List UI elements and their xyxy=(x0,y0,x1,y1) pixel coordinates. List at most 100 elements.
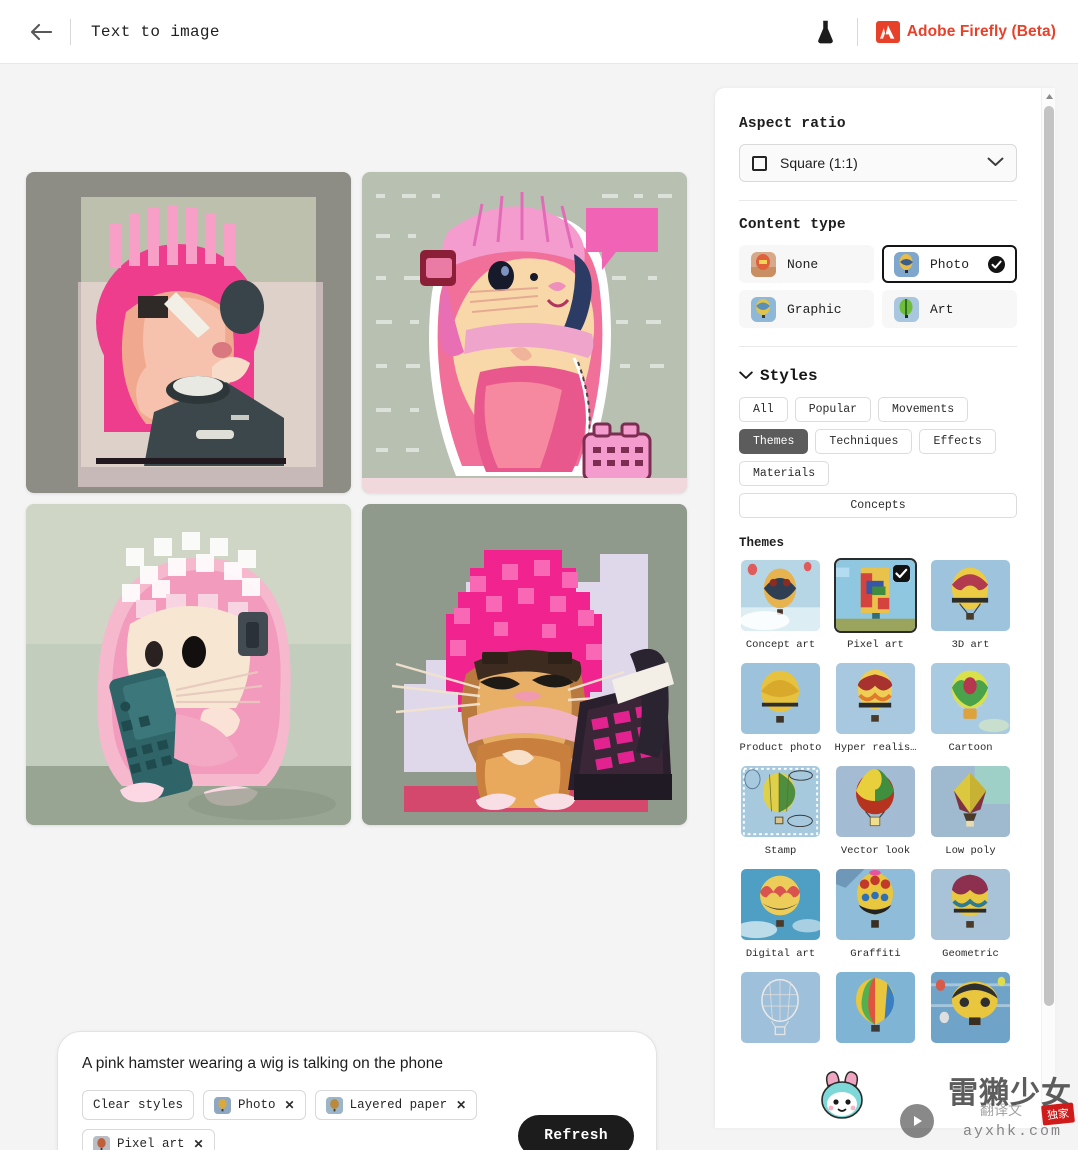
theme-concept-art[interactable]: Concept art xyxy=(739,558,822,651)
result-image-2[interactable] xyxy=(362,172,687,493)
chevron-down-icon xyxy=(739,367,753,385)
balloon-concept-art-icon xyxy=(741,560,820,631)
theme-stamp[interactable]: Stamp xyxy=(739,764,822,857)
flask-icon xyxy=(818,20,834,43)
balloon-product-photo-icon xyxy=(741,663,820,734)
clear-styles-label: Clear styles xyxy=(93,1098,184,1113)
theme-label: Product photo xyxy=(739,742,822,754)
theme-thumb xyxy=(929,558,1012,633)
theme-selected-check-icon xyxy=(893,565,910,582)
result-image-1[interactable] xyxy=(26,172,351,493)
clear-styles-button[interactable]: Clear styles xyxy=(82,1090,195,1121)
style-chip-pixel-art[interactable]: Pixel art ✕ xyxy=(82,1129,215,1150)
aspect-ratio-select[interactable]: Square (1:1) xyxy=(739,144,1017,182)
scroll-up-arrow-icon[interactable] xyxy=(1042,88,1055,104)
style-filter-all[interactable]: All xyxy=(739,397,788,422)
style-filter-materials[interactable]: Materials xyxy=(739,461,830,486)
theme-thumb xyxy=(834,558,917,633)
theme-thumb xyxy=(929,661,1012,736)
theme-low-poly[interactable]: Low poly xyxy=(929,764,1012,857)
aspect-ratio-value: Square (1:1) xyxy=(780,155,858,171)
theme-partial-1[interactable] xyxy=(739,970,822,1051)
theme-pixel-art[interactable]: Pixel art xyxy=(834,558,917,651)
content-type-graphic[interactable]: Graphic xyxy=(739,290,874,328)
theme-geometric[interactable]: Geometric xyxy=(929,867,1012,960)
theme-thumb xyxy=(739,764,822,839)
style-filter-popular[interactable]: Popular xyxy=(794,397,872,422)
pixel-art-style-thumb-icon xyxy=(93,1135,110,1150)
theme-digital-art[interactable]: Digital art xyxy=(739,867,822,960)
layered-paper-style-thumb-icon xyxy=(325,1096,343,1114)
theme-thumb xyxy=(739,661,822,736)
style-filter-techniques[interactable]: Techniques xyxy=(815,429,913,454)
style-filter-movements[interactable]: Movements xyxy=(878,397,969,422)
style-chip-photo[interactable]: Photo ✕ xyxy=(203,1090,306,1121)
style-filter-themes[interactable]: Themes xyxy=(739,429,809,454)
theme-vector-look[interactable]: Vector look xyxy=(834,764,917,857)
theme-label: Geometric xyxy=(942,948,999,960)
content-type-photo-label: Photo xyxy=(930,256,970,272)
result-image-4[interactable] xyxy=(362,504,687,825)
refresh-button[interactable]: Refresh xyxy=(518,1115,634,1150)
firefly-text-to-image-app: Text to image Adobe Firefly (Beta) A pin… xyxy=(0,0,1078,1150)
theme-label: 3D art xyxy=(951,639,990,651)
balloon-thumb-icon xyxy=(214,1096,232,1114)
content-type-graphic-label: Graphic xyxy=(787,301,842,317)
prompt-input[interactable]: A pink hamster wearing a wig is talking … xyxy=(82,1054,632,1074)
theme-label: Stamp xyxy=(764,845,797,857)
themes-group-label: Themes xyxy=(739,536,785,550)
theme-3d-art[interactable]: 3D art xyxy=(929,558,1012,651)
beta-flask-button[interactable] xyxy=(813,18,839,46)
theme-graffiti[interactable]: Graffiti xyxy=(834,867,917,960)
panel-scrollbar-thumb[interactable] xyxy=(1044,106,1054,1006)
toolbar-divider xyxy=(70,18,71,45)
theme-thumb xyxy=(834,661,917,736)
content-type-photo[interactable]: Photo xyxy=(882,245,1017,283)
theme-partial-3[interactable] xyxy=(929,970,1012,1051)
styles-section-header[interactable]: Styles xyxy=(739,367,1017,385)
theme-partial-2[interactable] xyxy=(834,970,917,1051)
theme-label: Cartoon xyxy=(948,742,993,754)
style-filter-concepts[interactable]: Concepts xyxy=(739,493,1017,518)
back-button[interactable] xyxy=(26,17,56,47)
theme-product-photo[interactable]: Product photo xyxy=(739,661,822,754)
panel-divider-2 xyxy=(739,346,1017,347)
theme-thumb xyxy=(739,970,822,1045)
check-icon xyxy=(988,255,1005,273)
adobe-logo-icon xyxy=(875,20,900,43)
theme-label: Graffiti xyxy=(850,948,901,960)
theme-thumb xyxy=(739,867,822,942)
theme-hyper-realistic[interactable]: Hyper realis… xyxy=(834,661,917,754)
result-image-3[interactable] xyxy=(26,504,351,825)
style-filter-chips: All Popular Movements Themes Techniques … xyxy=(739,397,1017,518)
style-filter-effects[interactable]: Effects xyxy=(919,429,996,454)
page-title: Text to image xyxy=(91,22,220,41)
graphic-thumb-icon xyxy=(751,296,776,322)
content-type-options: None Photo Graphic Art xyxy=(739,245,1017,328)
theme-cartoon[interactable]: Cartoon xyxy=(929,661,1012,754)
prompt-bar: A pink hamster wearing a wig is talking … xyxy=(57,1031,657,1150)
balloon-wireframe-icon xyxy=(741,972,820,1043)
balloon-low-poly-icon xyxy=(931,766,1010,837)
aspect-ratio-title: Aspect ratio xyxy=(739,116,846,132)
arrow-left-icon xyxy=(30,23,52,40)
content-type-none[interactable]: None xyxy=(739,245,874,283)
pixel-hamster-mobile-phone-art xyxy=(26,504,351,825)
brand-logo[interactable]: Adobe Firefly (Beta) xyxy=(875,20,1056,43)
theme-thumb xyxy=(929,764,1012,839)
top-bar-right: Adobe Firefly (Beta) xyxy=(813,17,1056,46)
panel-scrollbar[interactable] xyxy=(1041,88,1055,1128)
chevron-down-icon xyxy=(987,154,1004,172)
style-chip-layered-paper-remove[interactable]: ✕ xyxy=(456,1098,466,1113)
style-chip-pixel-art-remove[interactable]: ✕ xyxy=(194,1137,204,1150)
content-type-art[interactable]: Art xyxy=(882,290,1017,328)
theme-thumb xyxy=(929,867,1012,942)
style-chip-layered-paper[interactable]: Layered paper ✕ xyxy=(314,1090,478,1121)
balloon-digital-art-icon xyxy=(741,869,820,940)
style-chip-layered-paper-label: Layered paper xyxy=(349,1098,448,1113)
style-chip-photo-remove[interactable]: ✕ xyxy=(285,1098,295,1113)
results-canvas: A pink hamster wearing a wig is talking … xyxy=(0,64,715,1150)
theme-thumb xyxy=(834,867,917,942)
styles-title: Styles xyxy=(760,367,818,385)
content-type-title: Content type xyxy=(739,217,846,233)
